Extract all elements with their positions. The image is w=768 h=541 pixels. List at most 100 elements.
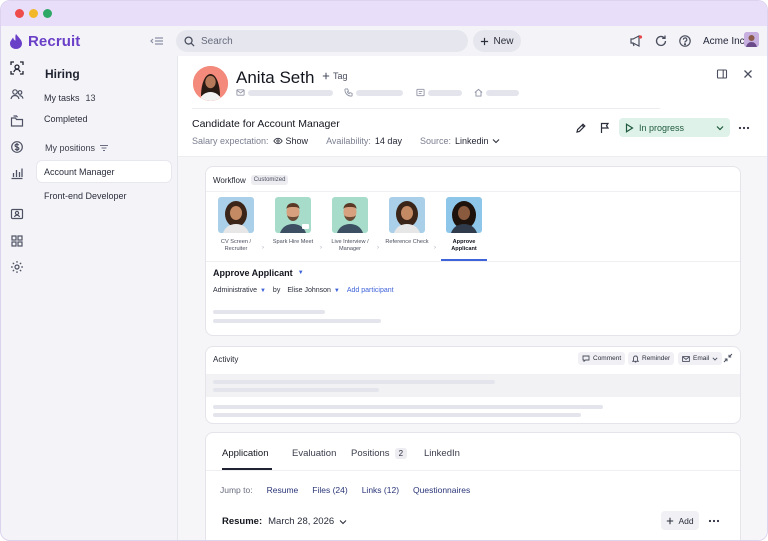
salary-label: Salary expectation: — [192, 136, 269, 146]
caret-down-icon: ▼ — [333, 287, 340, 294]
recruit-logo-icon — [10, 34, 22, 49]
tab-linkedin[interactable]: LinkedIn — [424, 448, 460, 459]
chevron-right-icon: › — [434, 245, 436, 251]
add-participant-link[interactable]: Add participant — [347, 287, 394, 294]
assignee-value: Elise Johnson — [287, 287, 331, 294]
refresh-icon[interactable] — [654, 34, 668, 48]
workflow-step-reference-check[interactable]: Reference Check — [383, 197, 431, 246]
tab-evaluation[interactable]: Evaluation — [292, 448, 336, 459]
filter-icon[interactable] — [99, 144, 109, 152]
tab-positions[interactable]: Positions 2 — [351, 448, 408, 459]
jump-link-files[interactable]: Files (24) — [312, 485, 347, 495]
source-value: Linkedin — [454, 136, 489, 146]
workflow-step-live-interview[interactable]: Live Interview / Manager — [326, 197, 374, 253]
category-dropdown[interactable]: Administrative ▼ — [213, 287, 266, 294]
workflow-step-spark-hire[interactable]: Spark Hire Meet — [269, 197, 317, 246]
more-icon[interactable] — [738, 122, 750, 134]
sidebar: Hiring My tasks 13 Completed My positions… — [33, 56, 177, 540]
activity-item-highlighted[interactable] — [206, 374, 740, 397]
workflow-title: Workflow — [213, 175, 246, 185]
step-avatar — [332, 197, 368, 233]
resume-date-dropdown[interactable]: March 28, 2026 — [268, 516, 347, 527]
flag-icon[interactable] — [599, 122, 611, 134]
new-button[interactable]: New — [473, 30, 521, 52]
top-bar: Recruit New Acme Inc — [1, 26, 767, 56]
my-tasks-label: My tasks — [44, 93, 80, 103]
workflow-step-cv-screen[interactable]: CV Screen / Recruiter — [212, 197, 260, 253]
jump-link-links[interactable]: Links (12) — [362, 485, 399, 495]
more-icon[interactable] — [708, 516, 720, 526]
resume-label: Resume: — [222, 516, 263, 527]
dollar-circle-icon[interactable] — [10, 140, 24, 154]
jump-to-row: Jump to: Resume Files (24) Links (12) Qu… — [220, 485, 470, 495]
megaphone-icon[interactable] — [629, 34, 643, 48]
active-step-dropdown[interactable]: Approve Applicant ▼ — [213, 268, 304, 278]
workflow-step-approve-applicant[interactable]: Approve Applicant — [440, 197, 488, 253]
jump-link-questionnaires[interactable]: Questionnaires — [413, 485, 470, 495]
panel-icon[interactable] — [716, 68, 728, 80]
folders-icon[interactable] — [10, 114, 24, 128]
resume-header: Resume: March 28, 2026 — [222, 516, 347, 527]
add-label: Add — [678, 515, 694, 526]
availability-label: Availability: — [326, 136, 371, 146]
search-input[interactable] — [201, 35, 441, 47]
analytics-icon[interactable] — [10, 166, 24, 180]
chevron-down-icon — [492, 138, 500, 144]
assignee-dropdown[interactable]: Elise Johnson ▼ — [287, 287, 340, 294]
step-avatar — [218, 197, 254, 233]
candidates-scan-icon[interactable] — [10, 61, 24, 75]
source-label: Source: — [419, 136, 451, 146]
id-card-icon — [416, 88, 425, 97]
comment-button[interactable]: Comment — [578, 352, 626, 365]
close-window-button[interactable] — [15, 9, 24, 18]
sidebar-item-front-end-developer[interactable]: Front-end Developer — [37, 185, 171, 206]
tab-application[interactable]: Application — [222, 448, 268, 459]
close-icon[interactable] — [742, 68, 754, 80]
settings-gear-icon[interactable] — [10, 260, 24, 274]
step-avatar — [446, 197, 482, 233]
maximize-window-button[interactable] — [43, 9, 52, 18]
chevron-down-icon — [339, 519, 347, 525]
people-icon[interactable] — [10, 87, 24, 101]
collapse-sidebar-icon[interactable] — [150, 34, 164, 48]
add-tag-button[interactable]: Tag — [322, 71, 348, 81]
brand[interactable]: Recruit — [10, 33, 80, 50]
loading-line — [213, 310, 325, 314]
status-dropdown[interactable]: In progress — [619, 118, 730, 137]
expand-icon[interactable] — [723, 353, 733, 363]
apps-grid-icon[interactable] — [10, 234, 24, 248]
customized-badge: Customized — [250, 175, 289, 185]
sidebar-item-completed[interactable]: Completed — [44, 114, 88, 124]
reminder-button[interactable]: Reminder — [628, 352, 675, 365]
plus-icon — [666, 517, 674, 525]
sidebar-item-my-tasks[interactable]: My tasks 13 — [44, 93, 96, 103]
comment-icon — [582, 355, 590, 362]
sidebar-item-account-manager[interactable]: Account Manager — [37, 161, 171, 182]
id-badge-icon[interactable] — [10, 207, 24, 221]
add-resume-button[interactable]: Add — [661, 511, 699, 530]
source-dropdown[interactable]: Linkedin — [455, 136, 500, 146]
jump-link-resume[interactable]: Resume — [267, 485, 299, 495]
my-tasks-count: 13 — [85, 93, 96, 103]
email-button[interactable]: Email — [678, 352, 723, 365]
my-positions-header[interactable]: My positions — [45, 143, 109, 153]
user-avatar[interactable] — [744, 32, 759, 47]
eye-icon — [272, 137, 283, 145]
search-box[interactable] — [176, 30, 468, 52]
icon-rail — [1, 56, 33, 540]
home-icon — [474, 88, 483, 97]
status-value: In progress — [639, 122, 685, 133]
caret-down-icon: ▼ — [259, 287, 266, 294]
reminder-icon — [632, 355, 639, 363]
app-name: Recruit — [28, 33, 81, 50]
help-icon[interactable] — [678, 34, 692, 48]
phone-placeholder — [356, 90, 403, 96]
org-name[interactable]: Acme Inc — [703, 36, 745, 47]
comment-label: Comment — [593, 355, 622, 362]
show-salary-button[interactable]: Show — [272, 136, 308, 146]
step-label: Live Interview / Manager — [331, 239, 369, 252]
minimize-window-button[interactable] — [29, 9, 38, 18]
header-divider — [192, 108, 660, 109]
my-positions-label: My positions — [45, 143, 96, 153]
pencil-icon[interactable] — [575, 122, 587, 134]
